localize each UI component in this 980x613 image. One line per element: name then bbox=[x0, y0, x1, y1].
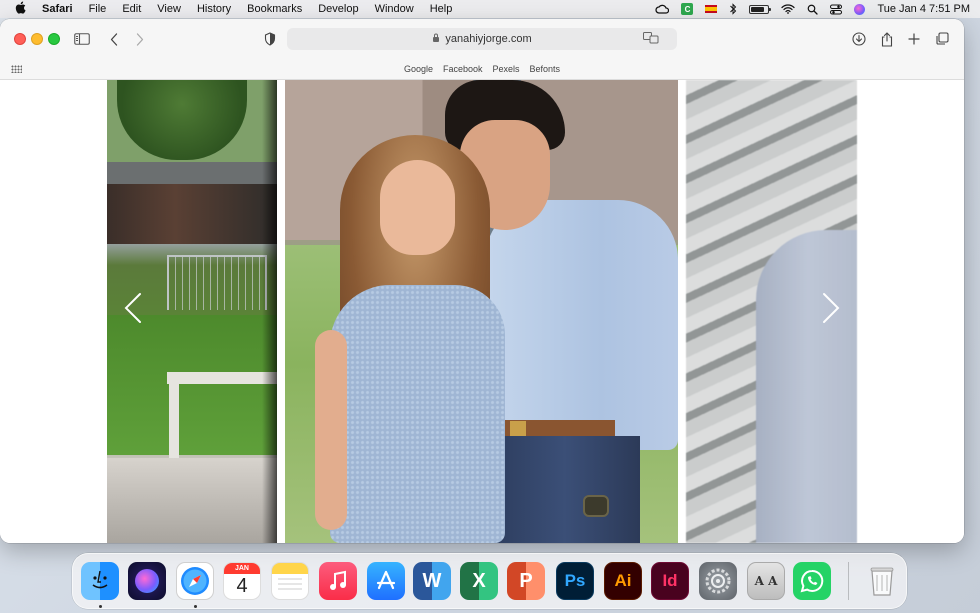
menu-view[interactable]: View bbox=[149, 3, 189, 15]
creative-cloud-icon[interactable] bbox=[655, 4, 670, 14]
bluetooth-icon[interactable] bbox=[729, 3, 737, 15]
indesign-icon[interactable]: Id bbox=[651, 562, 689, 600]
spotlight-search-icon[interactable] bbox=[807, 4, 819, 15]
calendar-month: JAN bbox=[224, 563, 260, 574]
safari-app-icon[interactable] bbox=[176, 562, 214, 600]
music-app-icon[interactable] bbox=[319, 562, 357, 600]
battery-level bbox=[751, 6, 765, 12]
indesign-label: Id bbox=[662, 571, 678, 590]
favorites-grid-icon[interactable] bbox=[11, 65, 22, 73]
tab-overview-icon[interactable] bbox=[934, 29, 950, 49]
menu-help[interactable]: Help bbox=[422, 3, 461, 15]
system-preferences-gear-icon[interactable] bbox=[699, 562, 737, 600]
menu-file[interactable]: File bbox=[81, 3, 115, 15]
favorite-facebook[interactable]: Facebook bbox=[443, 64, 483, 74]
word-letter: W bbox=[422, 569, 442, 592]
share-icon[interactable] bbox=[879, 29, 895, 49]
new-tab-plus-icon[interactable] bbox=[906, 29, 922, 49]
photoshop-label: Ps bbox=[564, 571, 586, 590]
notes-app-icon[interactable] bbox=[271, 562, 309, 600]
menu-bar: Safari File Edit View History Bookmarks … bbox=[0, 0, 980, 18]
address-url: yanahiyjorge.com bbox=[445, 33, 532, 45]
input-source-flag-icon[interactable] bbox=[705, 5, 718, 13]
illustrator-label: Ai bbox=[614, 571, 632, 590]
finder-icon[interactable] bbox=[81, 562, 119, 600]
battery-icon[interactable] bbox=[749, 4, 772, 14]
privacy-report-shield-icon[interactable] bbox=[262, 29, 278, 49]
dock-separator bbox=[848, 562, 849, 600]
favorite-google[interactable]: Google bbox=[404, 64, 433, 74]
grammar-app-icon[interactable]: C bbox=[681, 3, 694, 15]
menu-develop[interactable]: Develop bbox=[310, 3, 366, 15]
translate-icon[interactable] bbox=[643, 32, 659, 47]
close-window-button[interactable] bbox=[14, 33, 26, 45]
favorite-pexels[interactable]: Pexels bbox=[493, 64, 520, 74]
apple-menu-icon[interactable] bbox=[0, 1, 40, 17]
dock: JAN 4 W X P Ps Ai Id A A bbox=[72, 553, 907, 609]
gallery-next-arrow-icon[interactable] bbox=[816, 288, 846, 328]
safari-window: yanahiyjorge.com Google Facebook Pexels … bbox=[0, 19, 964, 543]
photoshop-icon[interactable]: Ps bbox=[556, 562, 594, 600]
powerpoint-letter: P bbox=[519, 569, 533, 592]
menu-edit[interactable]: Edit bbox=[114, 3, 149, 15]
back-button[interactable] bbox=[107, 29, 121, 49]
safari-toolbar: yanahiyjorge.com bbox=[0, 19, 964, 59]
menubar-clock[interactable]: Tue Jan 4 7:51 PM bbox=[877, 3, 970, 15]
microsoft-word-icon[interactable]: W bbox=[413, 562, 451, 600]
favorite-befonts[interactable]: Befonts bbox=[530, 64, 561, 74]
siri-icon[interactable] bbox=[854, 3, 866, 15]
control-center-icon[interactable] bbox=[830, 4, 843, 15]
wifi-icon[interactable] bbox=[781, 4, 796, 14]
siri-app-icon[interactable] bbox=[128, 562, 166, 600]
zoom-window-button[interactable] bbox=[48, 33, 60, 45]
excel-letter: X bbox=[472, 569, 486, 592]
status-area: C Tue Jan 4 7:51 PM bbox=[643, 0, 980, 18]
calendar-day: 4 bbox=[236, 575, 248, 597]
font-book-icon[interactable]: A A bbox=[747, 562, 785, 600]
finder-running-indicator bbox=[99, 605, 102, 608]
favorites-bar: Google Facebook Pexels Befonts bbox=[0, 59, 964, 80]
menu-app-name[interactable]: Safari bbox=[40, 3, 81, 15]
menu-window[interactable]: Window bbox=[367, 3, 422, 15]
menu-bookmarks[interactable]: Bookmarks bbox=[239, 3, 310, 15]
forward-button[interactable] bbox=[133, 29, 147, 49]
trash-icon[interactable] bbox=[863, 562, 901, 600]
downloads-icon[interactable] bbox=[851, 29, 867, 49]
safari-running-indicator bbox=[194, 605, 197, 608]
gallery-prev-arrow-icon[interactable] bbox=[118, 288, 148, 328]
microsoft-powerpoint-icon[interactable]: P bbox=[507, 562, 545, 600]
gallery-slide-current-photo[interactable] bbox=[285, 80, 678, 543]
menu-history[interactable]: History bbox=[189, 3, 239, 15]
minimize-window-button[interactable] bbox=[31, 33, 43, 45]
lock-icon bbox=[432, 33, 440, 45]
fontbook-label: A A bbox=[754, 574, 778, 588]
sidebar-toggle-icon[interactable] bbox=[73, 29, 91, 49]
web-page-content bbox=[0, 80, 964, 543]
whatsapp-icon[interactable] bbox=[793, 562, 831, 600]
microsoft-excel-icon[interactable]: X bbox=[460, 562, 498, 600]
address-bar[interactable]: yanahiyjorge.com bbox=[287, 28, 677, 50]
calendar-app-icon[interactable]: JAN 4 bbox=[223, 562, 261, 600]
illustrator-icon[interactable]: Ai bbox=[604, 562, 642, 600]
app-store-icon[interactable] bbox=[367, 562, 405, 600]
